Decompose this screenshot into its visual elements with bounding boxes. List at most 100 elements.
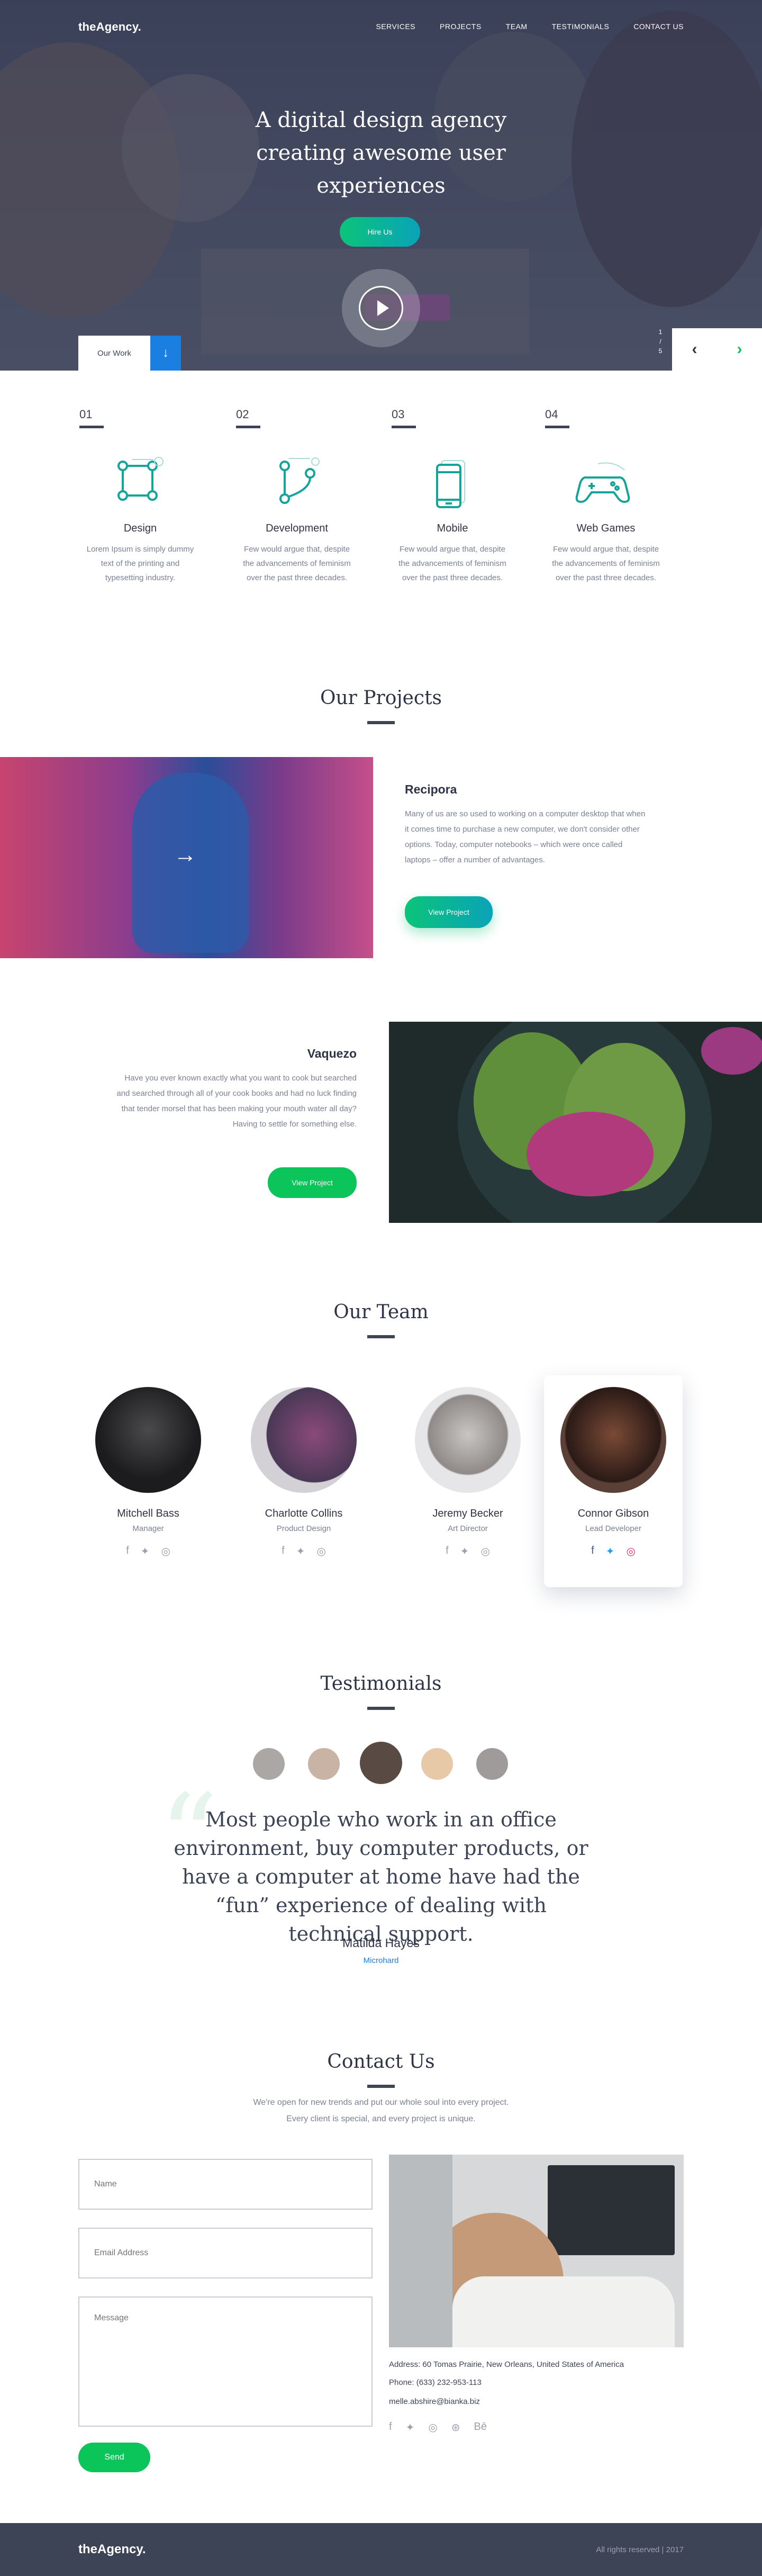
facebook-icon[interactable]: f (282, 1545, 285, 1558)
service-text: Few would argue that, despite the advanc… (398, 545, 506, 582)
service-number: 01 (79, 408, 93, 421)
chevron-left-icon[interactable]: ‹ (692, 340, 697, 358)
contact-subtitle: We're open for new trends and put our wh… (253, 2098, 509, 2107)
contact-phone: Phone: (633) 232-953-113 (389, 2378, 482, 2387)
dribbble-icon[interactable]: ⊛ (451, 2421, 460, 2434)
testimonial-company[interactable]: Microhard (0, 1956, 762, 1965)
contact-title-bar (367, 2085, 395, 2088)
chevron-right-icon[interactable]: › (737, 340, 742, 358)
nav-item-services[interactable]: SERVICES (376, 22, 415, 31)
view-project-button[interactable]: View Project (268, 1167, 357, 1198)
service-title: Design (123, 523, 157, 534)
twitter-icon[interactable]: ✦ (296, 1545, 305, 1558)
service-number: 02 (236, 408, 249, 421)
phone-label: Phone: (389, 2378, 414, 2387)
testimonial-avatar[interactable] (253, 1748, 285, 1780)
twitter-icon[interactable]: ✦ (606, 1545, 615, 1558)
member-role: Lead Developer (585, 1524, 641, 1533)
testimonial-avatar[interactable] (421, 1748, 453, 1780)
testimonial-avatar[interactable] (308, 1748, 340, 1780)
member-social: f ✦ ◎ (246, 1545, 362, 1558)
play-video-icon[interactable] (359, 286, 403, 330)
member-name: Jeremy Becker (432, 1508, 503, 1519)
hire-us-button[interactable]: Hire Us (340, 217, 420, 247)
team-member: Mitchell Bass Manager f ✦ ◎ (90, 1387, 206, 1558)
slide-counter-divider: / (659, 338, 661, 345)
slide-counter-current: 1 (658, 328, 663, 336)
footer-logo[interactable]: theAgency. (78, 2542, 146, 2557)
service-bar (545, 426, 569, 428)
avatar (95, 1387, 201, 1493)
twitter-icon[interactable]: ✦ (406, 2421, 415, 2434)
facebook-icon[interactable]: f (126, 1545, 129, 1558)
our-work-button[interactable]: Our Work ↓ (78, 336, 181, 371)
project-image-recipora[interactable]: → (0, 757, 373, 958)
nav-item-projects[interactable]: PROJECTS (440, 22, 482, 31)
name-input[interactable] (78, 2159, 373, 2210)
instagram-icon[interactable]: ◎ (626, 1545, 635, 1558)
main-nav: SERVICES PROJECTS TEAM TESTIMONIALS CONT… (376, 22, 684, 31)
footer: theAgency. All rights reserved | 2017 (0, 2523, 762, 2576)
project-image-vaquezo[interactable] (389, 1022, 762, 1223)
vector-square-icon (117, 457, 164, 501)
slide-counter-total: 5 (658, 347, 663, 355)
site-logo[interactable]: theAgency. (78, 20, 141, 34)
team-member: Jeremy Becker Art Director f ✦ ◎ (410, 1387, 526, 1558)
project-title: Vaquezo (307, 1047, 357, 1060)
testimonial-avatar-active[interactable] (360, 1742, 402, 1784)
facebook-icon[interactable]: f (591, 1545, 594, 1558)
instagram-icon[interactable]: ◎ (480, 1545, 489, 1558)
gamepad-icon (575, 462, 630, 503)
twitter-icon[interactable]: ✦ (460, 1545, 469, 1558)
copyright: All rights reserved | 2017 (596, 2545, 684, 2554)
member-role: Art Director (448, 1524, 488, 1533)
contact-title: Contact Us (327, 2051, 435, 2073)
contact-address: Address: 60 Tomas Prairie, New Orleans, … (389, 2360, 624, 2369)
arrow-down-icon: ↓ (150, 336, 181, 371)
member-name: Mitchell Bass (117, 1508, 179, 1519)
phone-value[interactable]: (633) 232-953-113 (416, 2378, 482, 2387)
member-name: Charlotte Collins (265, 1508, 343, 1519)
service-card-design: 01 Design Lorem Ipsum is simply dummy te… (79, 408, 201, 582)
contact-social: f ✦ ◎ ⊛ Bē (389, 2421, 487, 2434)
service-bar (236, 426, 260, 428)
testimonials-title-bar (367, 1707, 395, 1710)
view-project-button[interactable]: View Project (405, 896, 493, 928)
git-branch-icon (279, 457, 320, 504)
send-button[interactable]: Send (78, 2443, 150, 2472)
email-input[interactable] (78, 2228, 373, 2278)
address-value: 60 Tomas Prairie, New Orleans, United St… (422, 2360, 624, 2369)
behance-icon[interactable]: Bē (474, 2421, 487, 2434)
instagram-icon[interactable]: ◎ (316, 1545, 325, 1558)
contact-image-shirt (452, 2276, 675, 2347)
twitter-icon[interactable]: ✦ (141, 1545, 150, 1558)
our-work-label: Our Work (97, 348, 131, 358)
projects-title: Our Projects (320, 687, 442, 709)
facebook-icon[interactable]: f (446, 1545, 449, 1558)
testimonials-title: Testimonials (320, 1673, 442, 1695)
service-text: Few would argue that, despite the advanc… (552, 545, 660, 582)
instagram-icon[interactable]: ◎ (161, 1545, 170, 1558)
testimonial-name: Matilda Hayes (342, 1936, 420, 1950)
slide-counter: 1 / 5 (650, 327, 671, 356)
member-name: Connor Gibson (577, 1508, 649, 1519)
instagram-icon[interactable]: ◎ (428, 2421, 437, 2434)
service-card-web-games: 04 Web Games Few would argue that, despi… (545, 408, 667, 582)
hero-title: A digital design agency creating awesome… (255, 108, 507, 198)
service-card-mobile: 03 Mobile Few would argue that, despite … (392, 408, 513, 582)
contact-email[interactable]: melle.abshire@bianka.biz (389, 2397, 480, 2406)
testimonial-quote: Most people who work in an office enviro… (174, 1808, 588, 1945)
mobile-phone-icon (436, 460, 465, 508)
nav-item-team[interactable]: TEAM (506, 22, 528, 31)
contact-subtitle: Every client is special, and every proje… (286, 2114, 476, 2123)
member-role: Product Design (276, 1524, 331, 1533)
service-text: Few would argue that, despite the advanc… (243, 545, 351, 582)
nav-item-contact[interactable]: CONTACT US (633, 22, 684, 31)
member-social: f ✦ ◎ (410, 1545, 526, 1558)
arrow-right-icon[interactable]: → (174, 842, 197, 868)
facebook-icon[interactable]: f (389, 2421, 392, 2434)
message-textarea[interactable] (78, 2296, 373, 2427)
nav-item-testimonials[interactable]: TESTIMONIALS (552, 22, 610, 31)
testimonial-avatar[interactable] (476, 1748, 508, 1780)
team-title: Our Team (333, 1301, 429, 1323)
